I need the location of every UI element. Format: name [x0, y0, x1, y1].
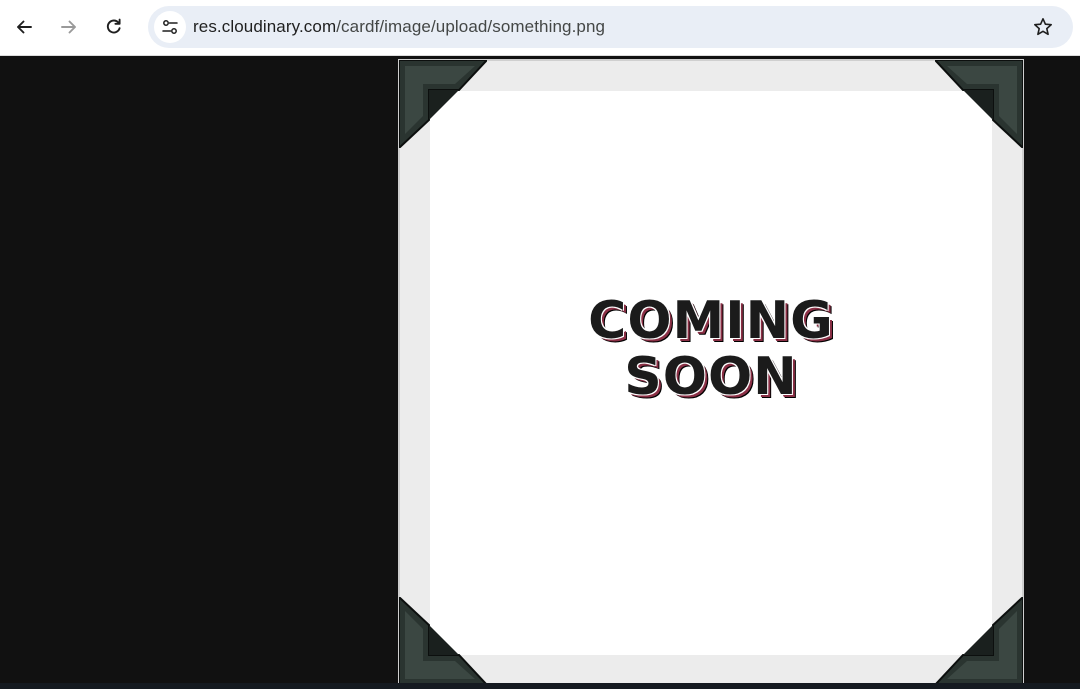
tune-icon [162, 20, 178, 34]
browser-toolbar: res.cloudinary.com/cardf/image/upload/so… [0, 0, 1080, 56]
url-host: res.cloudinary.com [193, 17, 337, 36]
arrow-left-icon [17, 20, 32, 34]
back-button[interactable] [8, 11, 40, 43]
bottom-strip [0, 683, 1080, 689]
reload-icon [106, 18, 121, 34]
coming-soon-line-2: SOON [624, 347, 798, 407]
url-path: /cardf/image/upload/something.png [336, 17, 606, 36]
address-bar[interactable]: res.cloudinary.com/cardf/image/upload/so… [148, 6, 1073, 48]
arrow-right-icon [61, 20, 76, 34]
photo-corner-icon [935, 597, 1023, 685]
photo-corner-icon [399, 60, 487, 148]
photo-corner-icon [399, 597, 487, 685]
url-text[interactable]: res.cloudinary.com/cardf/image/upload/so… [193, 6, 605, 48]
reload-button[interactable] [98, 11, 130, 43]
coming-soon-text: COMING SOON [400, 293, 1022, 405]
browser-window: res.cloudinary.com/cardf/image/upload/so… [0, 0, 1080, 689]
forward-button[interactable] [53, 11, 85, 43]
displayed-image: COMING SOON [398, 59, 1024, 686]
star-icon [1034, 18, 1052, 36]
page-viewport: COMING SOON [0, 56, 1080, 689]
site-info-button[interactable] [154, 11, 186, 43]
coming-soon-line-1: COMING [588, 291, 834, 351]
bookmark-star-button[interactable] [1031, 15, 1055, 39]
photo-corner-icon [935, 60, 1023, 148]
